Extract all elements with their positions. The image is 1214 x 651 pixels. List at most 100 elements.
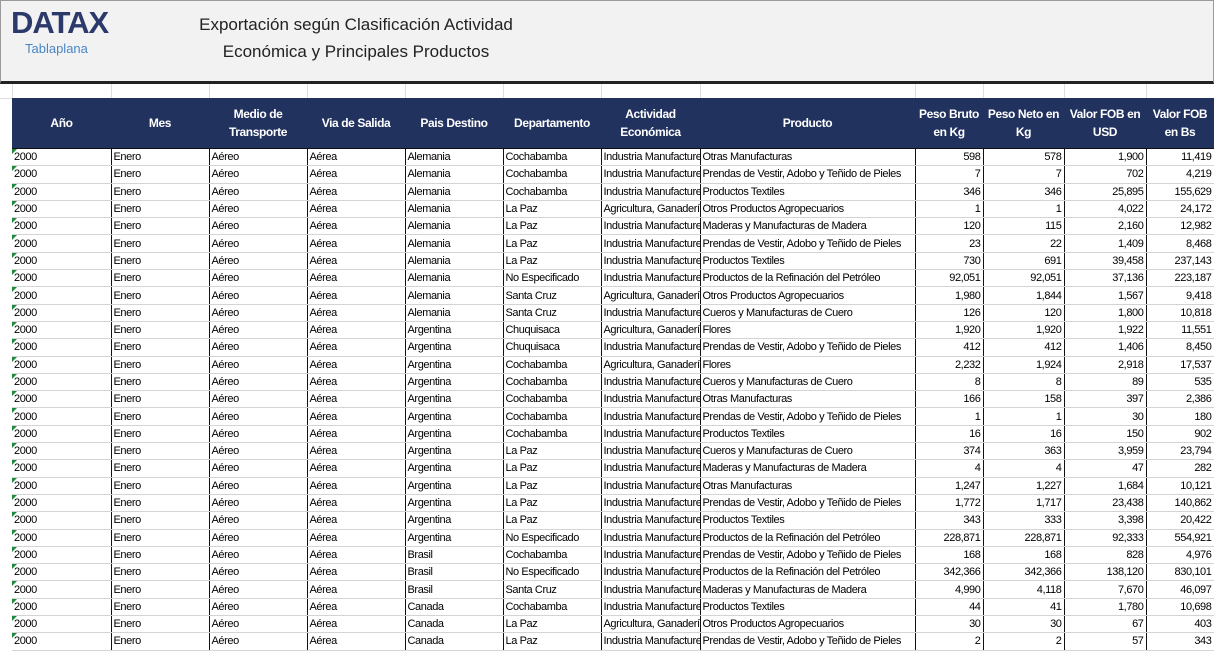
cell-gross-weight-kg[interactable]: 166 bbox=[915, 391, 983, 408]
cell-gross-weight-kg[interactable]: 1,920 bbox=[915, 321, 983, 338]
cell-net-weight-kg[interactable]: 342,366 bbox=[983, 564, 1064, 581]
cell-month[interactable]: Enero bbox=[111, 477, 209, 494]
cell-economic-activity[interactable]: Agricultura, Ganadería bbox=[601, 356, 700, 373]
cell-year[interactable]: 2000 bbox=[12, 304, 111, 321]
cell-transport[interactable]: Aéreo bbox=[209, 494, 307, 511]
cell-year[interactable]: 2000 bbox=[12, 477, 111, 494]
cell-gross-weight-kg[interactable]: 1,247 bbox=[915, 477, 983, 494]
cell-department[interactable]: Santa Cruz bbox=[503, 581, 601, 598]
cell-fob-bs[interactable]: 12,982 bbox=[1146, 218, 1214, 235]
cell-fob-usd[interactable]: 2,160 bbox=[1064, 218, 1146, 235]
cell-fob-bs[interactable]: 24,172 bbox=[1146, 200, 1214, 217]
cell-fob-bs[interactable]: 8,468 bbox=[1146, 235, 1214, 252]
cell-gross-weight-kg[interactable]: 343 bbox=[915, 512, 983, 529]
cell-month[interactable]: Enero bbox=[111, 391, 209, 408]
cell-fob-bs[interactable]: 10,121 bbox=[1146, 477, 1214, 494]
cell-gross-weight-kg[interactable]: 8 bbox=[915, 373, 983, 390]
cell-net-weight-kg[interactable]: 4,118 bbox=[983, 581, 1064, 598]
cell-economic-activity[interactable]: Industria Manufacturera bbox=[601, 477, 700, 494]
cell-month[interactable]: Enero bbox=[111, 425, 209, 442]
cell-fob-usd[interactable]: 23,438 bbox=[1064, 494, 1146, 511]
cell-product[interactable]: Productos Textiles bbox=[700, 425, 915, 442]
cell-economic-activity[interactable]: Industria Manufacturera bbox=[601, 512, 700, 529]
cell-fob-bs[interactable]: 23,794 bbox=[1146, 443, 1214, 460]
cell-gross-weight-kg[interactable]: 44 bbox=[915, 598, 983, 615]
cell-year[interactable]: 2000 bbox=[12, 200, 111, 217]
cell-economic-activity[interactable]: Industria Manufacturera bbox=[601, 270, 700, 287]
cell-fob-bs[interactable]: 535 bbox=[1146, 373, 1214, 390]
cell-transport[interactable]: Aéreo bbox=[209, 425, 307, 442]
cell-net-weight-kg[interactable]: 1,844 bbox=[983, 287, 1064, 304]
cell-department[interactable]: La Paz bbox=[503, 512, 601, 529]
cell-net-weight-kg[interactable]: 4 bbox=[983, 460, 1064, 477]
cell-fob-bs[interactable]: 830,101 bbox=[1146, 564, 1214, 581]
cell-destination-country[interactable]: Alemania bbox=[405, 183, 503, 200]
cell-department[interactable]: Cochabamba bbox=[503, 425, 601, 442]
column-header-month[interactable]: Mes bbox=[111, 98, 209, 149]
column-header-product[interactable]: Producto bbox=[700, 98, 915, 149]
cell-destination-country[interactable]: Alemania bbox=[405, 200, 503, 217]
cell-fob-usd[interactable]: 30 bbox=[1064, 408, 1146, 425]
cell-fob-bs[interactable]: 180 bbox=[1146, 408, 1214, 425]
cell-month[interactable]: Enero bbox=[111, 235, 209, 252]
cell-destination-country[interactable]: Brasil bbox=[405, 564, 503, 581]
cell-product[interactable]: Otros Productos Agropecuarios bbox=[700, 287, 915, 304]
cell-economic-activity[interactable]: Industria Manufacturera bbox=[601, 183, 700, 200]
cell-transport[interactable]: Aéreo bbox=[209, 149, 307, 166]
cell-fob-bs[interactable]: 11,419 bbox=[1146, 149, 1214, 166]
cell-fob-bs[interactable]: 9,418 bbox=[1146, 287, 1214, 304]
cell-fob-usd[interactable]: 37,136 bbox=[1064, 270, 1146, 287]
cell-fob-usd[interactable]: 57 bbox=[1064, 633, 1146, 650]
cell-year[interactable]: 2000 bbox=[12, 270, 111, 287]
cell-destination-country[interactable]: Alemania bbox=[405, 270, 503, 287]
cell-destination-country[interactable]: Argentina bbox=[405, 512, 503, 529]
column-header-year[interactable]: Año bbox=[12, 98, 111, 149]
cell-fob-bs[interactable]: 2,386 bbox=[1146, 391, 1214, 408]
cell-year[interactable]: 2000 bbox=[12, 564, 111, 581]
cell-net-weight-kg[interactable]: 691 bbox=[983, 252, 1064, 269]
cell-net-weight-kg[interactable]: 41 bbox=[983, 598, 1064, 615]
cell-economic-activity[interactable]: Industria Manufacturera bbox=[601, 218, 700, 235]
cell-exit-route[interactable]: Aérea bbox=[307, 218, 405, 235]
cell-fob-usd[interactable]: 67 bbox=[1064, 616, 1146, 633]
cell-exit-route[interactable]: Aérea bbox=[307, 598, 405, 615]
cell-fob-usd[interactable]: 138,120 bbox=[1064, 564, 1146, 581]
cell-transport[interactable]: Aéreo bbox=[209, 460, 307, 477]
cell-destination-country[interactable]: Canada bbox=[405, 616, 503, 633]
cell-transport[interactable]: Aéreo bbox=[209, 581, 307, 598]
cell-year[interactable]: 2000 bbox=[12, 460, 111, 477]
cell-year[interactable]: 2000 bbox=[12, 252, 111, 269]
cell-product[interactable]: Cueros y Manufacturas de Cuero bbox=[700, 304, 915, 321]
cell-product[interactable]: Otras Manufacturas bbox=[700, 149, 915, 166]
cell-net-weight-kg[interactable]: 1 bbox=[983, 408, 1064, 425]
cell-transport[interactable]: Aéreo bbox=[209, 252, 307, 269]
cell-fob-bs[interactable]: 282 bbox=[1146, 460, 1214, 477]
cell-year[interactable]: 2000 bbox=[12, 373, 111, 390]
cell-month[interactable]: Enero bbox=[111, 581, 209, 598]
cell-transport[interactable]: Aéreo bbox=[209, 218, 307, 235]
column-header-gross-weight-kg[interactable]: Peso Bruto en Kg bbox=[915, 98, 983, 149]
cell-net-weight-kg[interactable]: 158 bbox=[983, 391, 1064, 408]
cell-fob-usd[interactable]: 92,333 bbox=[1064, 529, 1146, 546]
cell-exit-route[interactable]: Aérea bbox=[307, 304, 405, 321]
cell-month[interactable]: Enero bbox=[111, 321, 209, 338]
cell-net-weight-kg[interactable]: 333 bbox=[983, 512, 1064, 529]
cell-exit-route[interactable]: Aérea bbox=[307, 200, 405, 217]
cell-net-weight-kg[interactable]: 2 bbox=[983, 633, 1064, 650]
cell-gross-weight-kg[interactable]: 1,980 bbox=[915, 287, 983, 304]
cell-net-weight-kg[interactable]: 363 bbox=[983, 443, 1064, 460]
cell-economic-activity[interactable]: Industria Manufacturera bbox=[601, 633, 700, 650]
cell-exit-route[interactable]: Aérea bbox=[307, 529, 405, 546]
cell-fob-bs[interactable]: 46,097 bbox=[1146, 581, 1214, 598]
cell-destination-country[interactable]: Argentina bbox=[405, 529, 503, 546]
cell-fob-usd[interactable]: 1,922 bbox=[1064, 321, 1146, 338]
cell-economic-activity[interactable]: Industria Manufacturera bbox=[601, 252, 700, 269]
cell-department[interactable]: Cochabamba bbox=[503, 183, 601, 200]
cell-net-weight-kg[interactable]: 1 bbox=[983, 200, 1064, 217]
cell-fob-usd[interactable]: 7,670 bbox=[1064, 581, 1146, 598]
cell-gross-weight-kg[interactable]: 598 bbox=[915, 149, 983, 166]
cell-fob-bs[interactable]: 17,537 bbox=[1146, 356, 1214, 373]
cell-destination-country[interactable]: Argentina bbox=[405, 460, 503, 477]
cell-transport[interactable]: Aéreo bbox=[209, 391, 307, 408]
cell-month[interactable]: Enero bbox=[111, 408, 209, 425]
